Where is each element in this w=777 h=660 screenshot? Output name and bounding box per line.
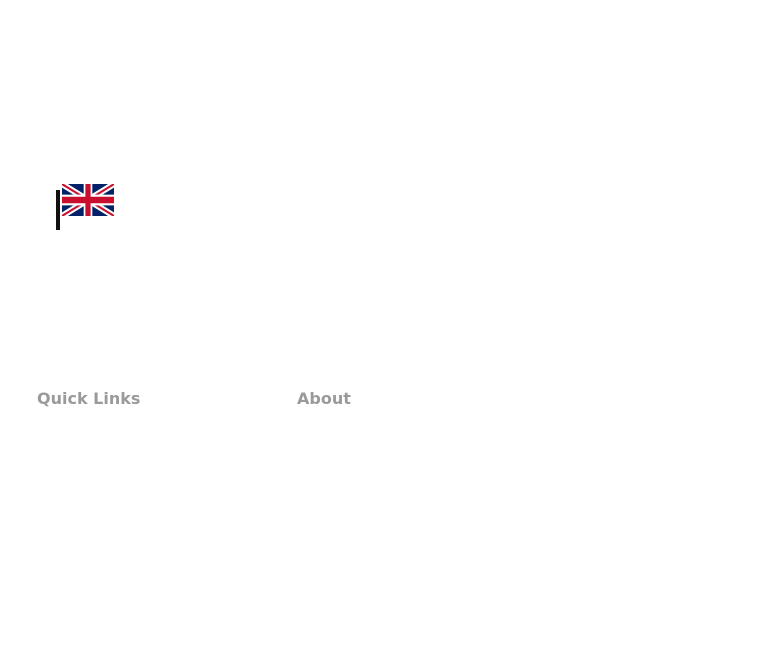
uk-flag-icon[interactable] [62,184,114,216]
flag-pole [56,190,60,230]
quick-links-heading: Quick Links [37,389,141,408]
about-heading: About [297,389,351,408]
language-selector[interactable] [56,184,116,232]
